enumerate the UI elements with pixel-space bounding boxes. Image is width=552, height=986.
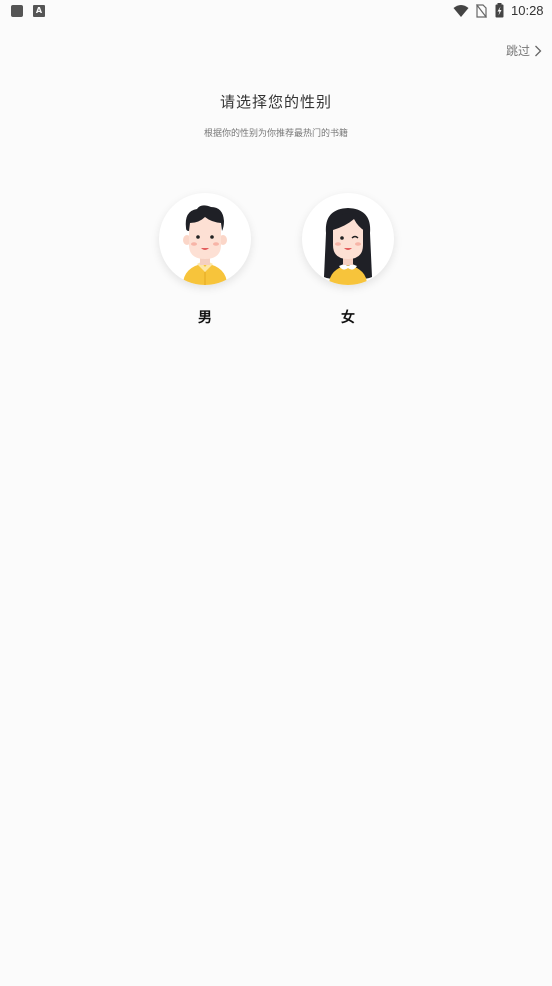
no-sim-icon [476, 4, 487, 18]
app-notification-icon [11, 5, 23, 17]
page-subtitle: 根据你的性别为你推荐最热门的书籍 [203, 129, 348, 139]
status-time: 10:28 [511, 3, 544, 18]
skip-button[interactable]: 跳过 [506, 42, 542, 59]
keyboard-a-icon: A [33, 5, 45, 17]
female-avatar-icon [324, 208, 372, 285]
chevron-right-icon [535, 45, 542, 56]
battery-charging-icon [495, 3, 504, 18]
male-label: 男 [198, 310, 212, 326]
status-bar: A 10:28 [0, 0, 552, 24]
female-avatar[interactable] [302, 193, 394, 285]
page-title: 请选择您的性别 [219, 93, 332, 111]
male-avatar[interactable] [159, 193, 251, 285]
gender-option-male[interactable]: 男 [159, 193, 251, 327]
wifi-icon [453, 5, 469, 17]
gender-option-female[interactable]: 女 [302, 193, 394, 327]
skip-label: 跳过 [505, 44, 530, 58]
female-label: 女 [341, 310, 355, 326]
male-avatar-icon [183, 205, 227, 285]
